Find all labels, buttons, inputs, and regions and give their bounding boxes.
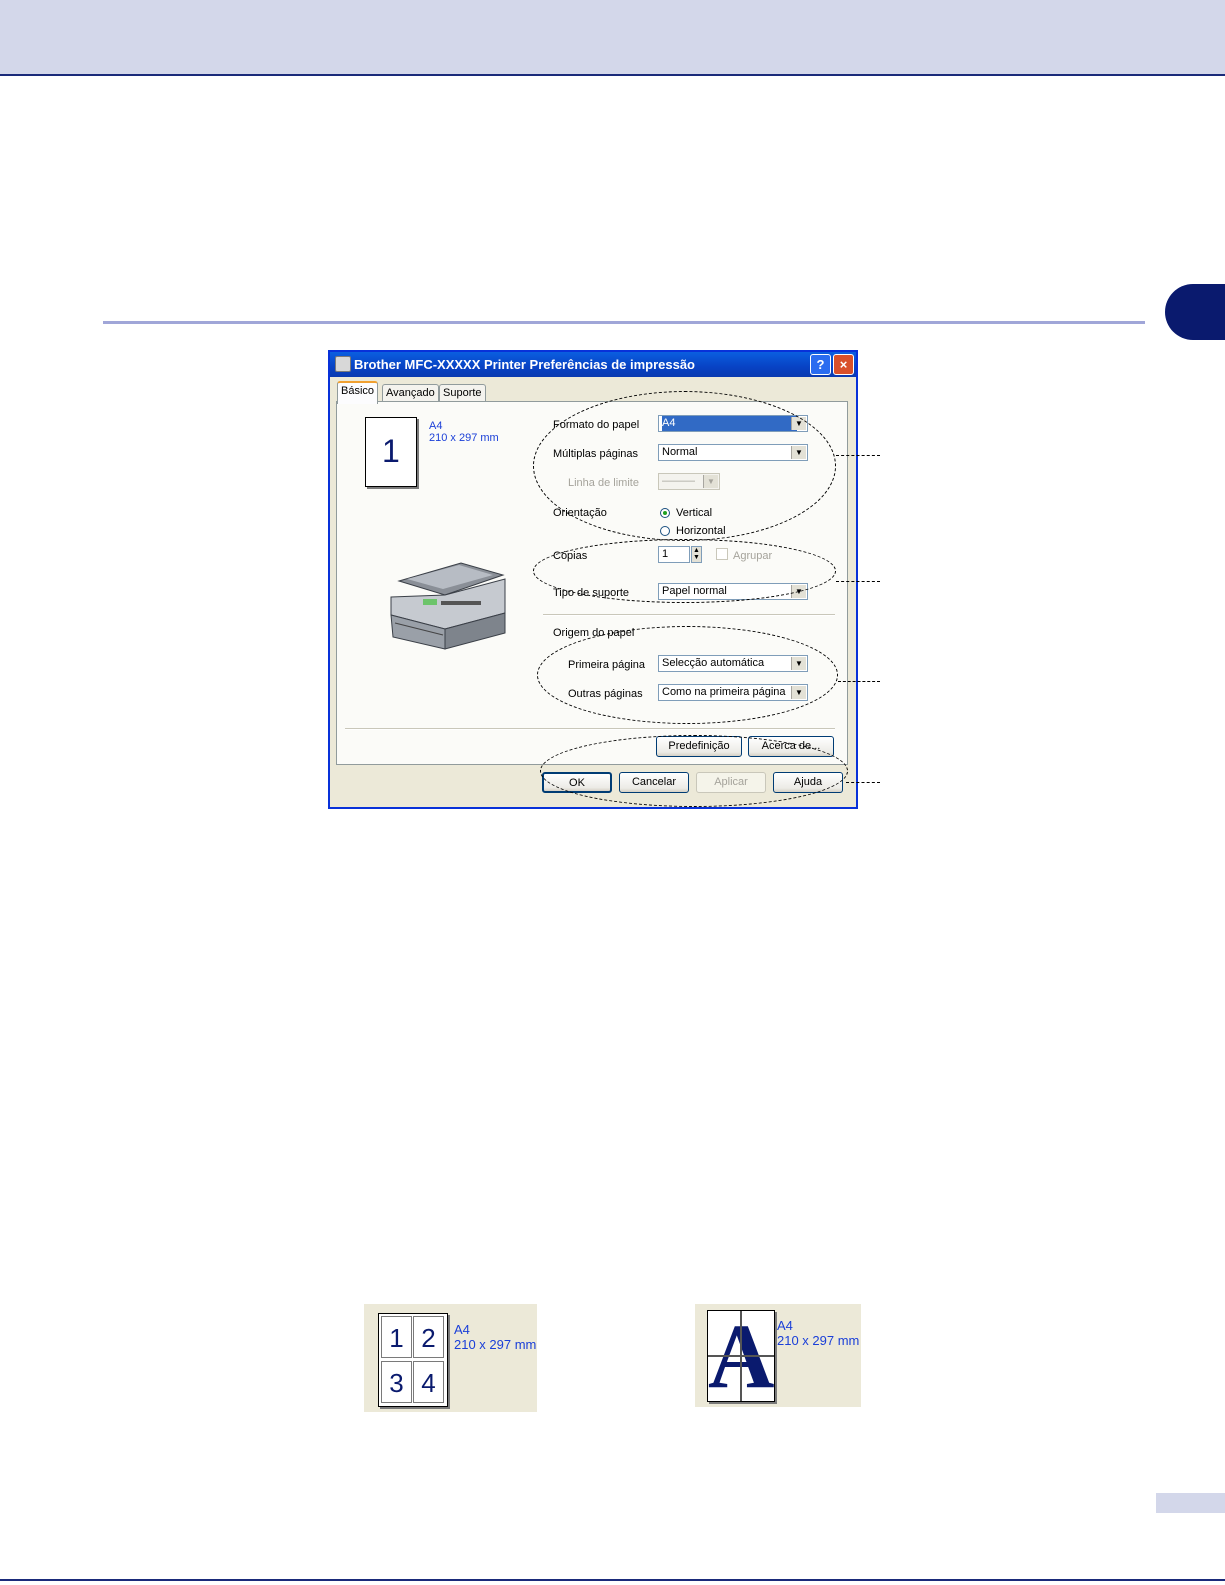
preview-paper: 1 2 3 4 [378,1313,448,1407]
preview-paper-name: A4 [777,1318,793,1333]
poster-preview: A A4 210 x 297 mm [695,1304,861,1407]
preview-paper-name: A4 [454,1322,470,1337]
four-up-preview: 1 2 3 4 A4 210 x 297 mm [364,1304,537,1412]
tab-avancado[interactable]: Avançado [382,384,439,402]
page-header-band [0,0,1225,76]
footer-rule [0,1579,1225,1581]
callout-leader-line [836,581,880,582]
section-divider [103,321,1145,324]
callout-oval [533,391,836,541]
callout-oval [537,626,838,724]
preview-page-number: 1 [382,433,400,469]
preview-paper-dimensions: 210 x 297 mm [454,1337,537,1352]
chapter-tab-marker [1165,284,1225,340]
tab-suporte[interactable]: Suporte [439,384,486,402]
page-cell: 4 [413,1361,444,1403]
page-preview: 1 [365,417,417,487]
callout-leader-line [838,681,880,682]
preview-paper-dimensions: 210 x 297 mm [777,1333,860,1348]
page-number-box [1156,1493,1225,1513]
preview-paper: A [707,1310,775,1402]
preview-paper-dimensions: 210 x 297 mm [429,432,499,444]
callout-oval [533,539,836,603]
preview-paper-name: A4 [429,420,443,432]
page-cell: 2 [413,1316,444,1358]
printer-illustration [390,562,506,650]
printer-icon [335,356,351,372]
dialog-titlebar[interactable]: Brother MFC-XXXXX Printer Preferências d… [330,352,856,377]
grid-line [708,1355,774,1357]
page-cell: 1 [381,1316,412,1358]
callout-oval [540,735,848,807]
dialog-title: Brother MFC-XXXXX Printer Preferências d… [354,357,696,372]
callout-leader-line [846,782,880,783]
divider [345,728,835,730]
close-icon[interactable]: × [833,354,854,375]
help-caption-button[interactable]: ? [810,354,831,375]
divider [543,614,835,616]
page-cell: 3 [381,1361,412,1403]
tab-basico[interactable]: Básico [337,381,379,404]
callout-leader-line [836,455,880,456]
